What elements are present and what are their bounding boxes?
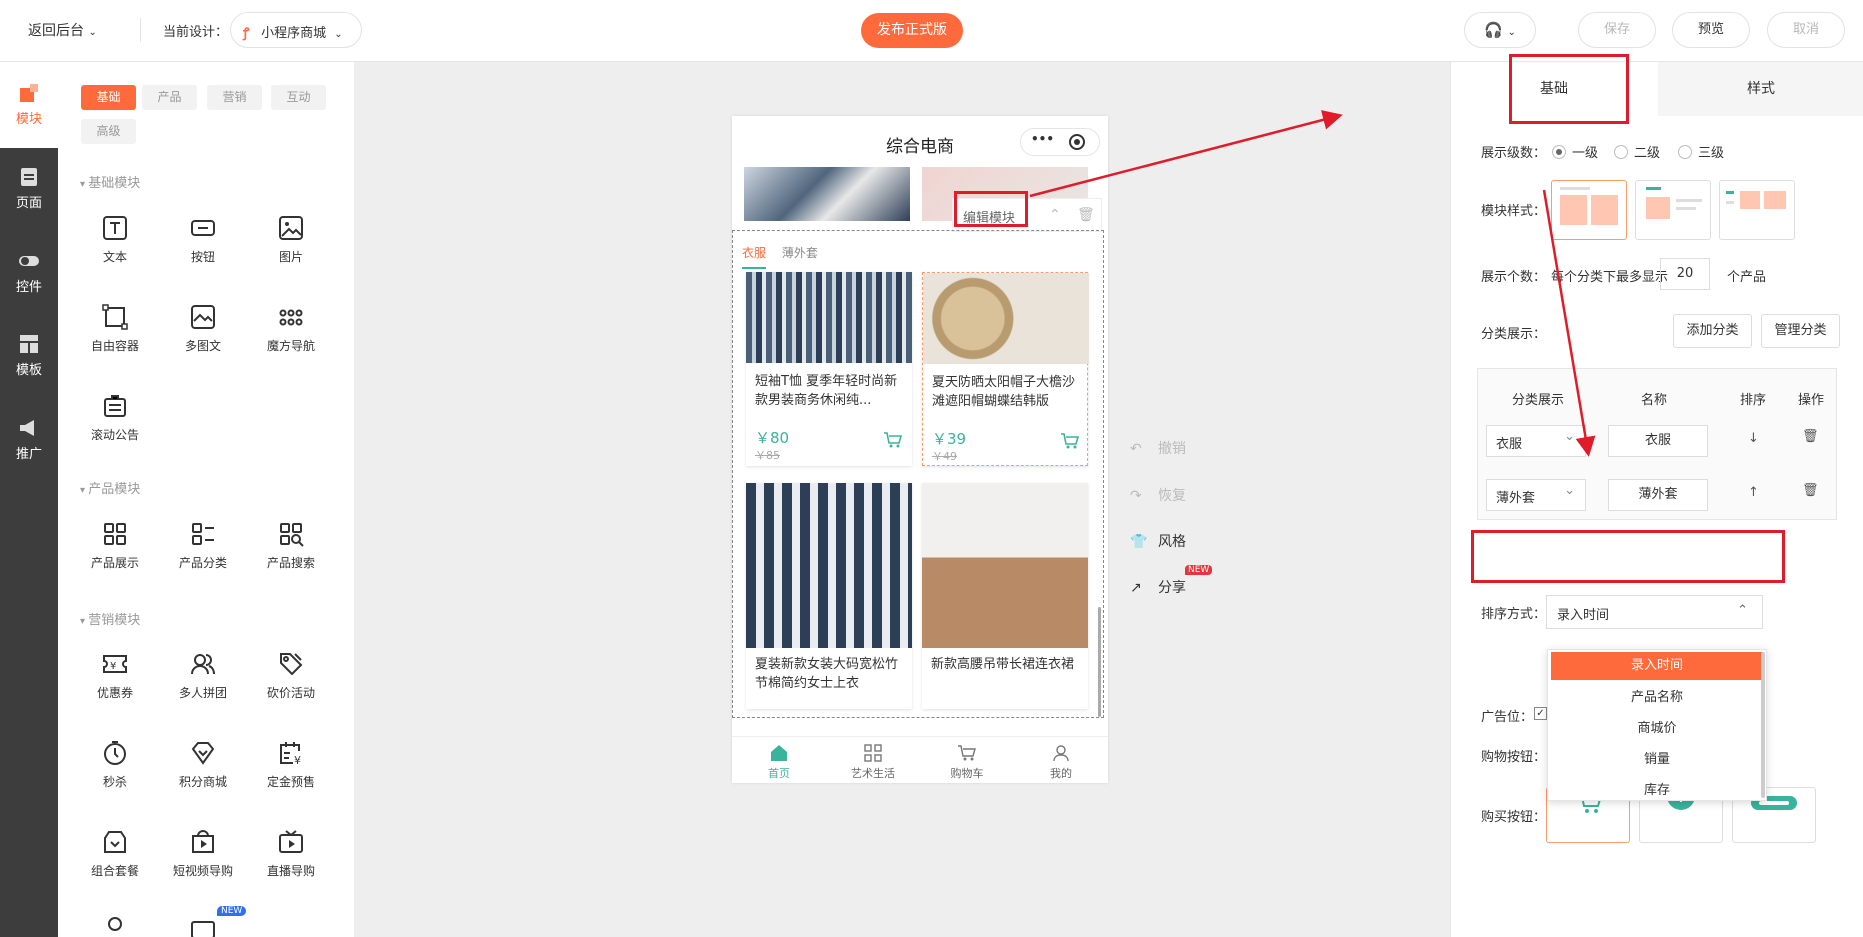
annotation-arrows	[1029, 110, 1596, 457]
arrow-line	[1029, 110, 1343, 198]
arrow-line	[1542, 189, 1596, 457]
